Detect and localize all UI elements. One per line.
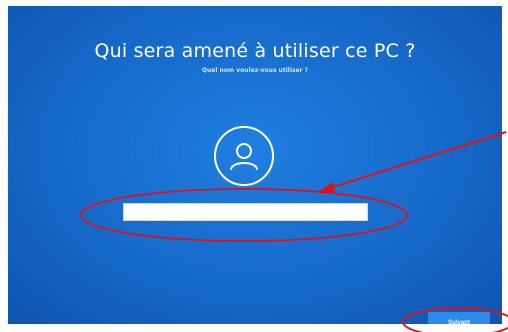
page-subtitle: Quel nom voulez-vous utiliser ? xyxy=(201,67,309,74)
page-title: Qui sera amené à utiliser ce PC ? xyxy=(94,40,416,62)
next-button[interactable]: Suivant xyxy=(428,312,490,324)
user-icon xyxy=(214,126,274,186)
name-input[interactable] xyxy=(123,203,368,221)
photo-frame: Qui sera amené à utiliser ce PC ? Quel n… xyxy=(0,0,508,332)
setup-screen: Qui sera amené à utiliser ce PC ? Quel n… xyxy=(8,6,502,324)
